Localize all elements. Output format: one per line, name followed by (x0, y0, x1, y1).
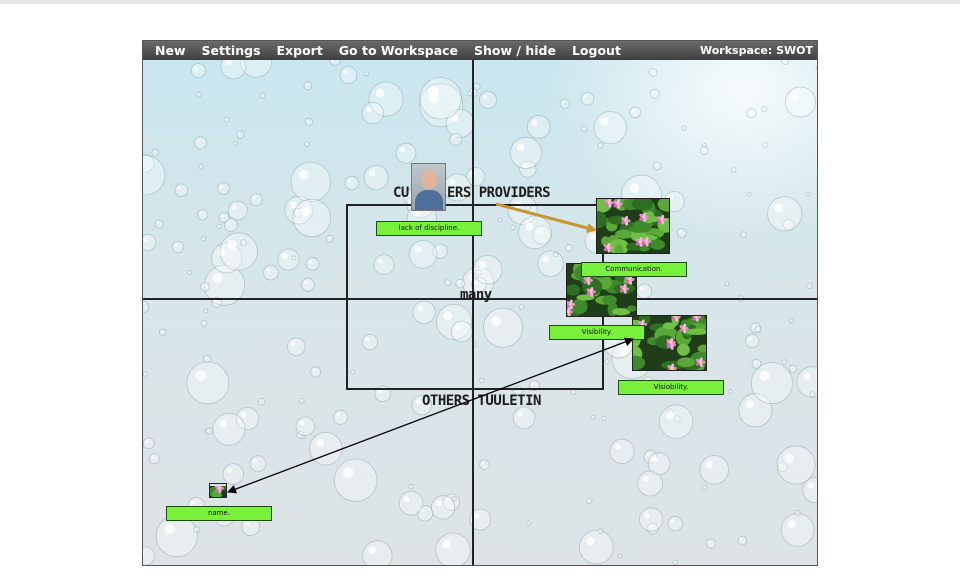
note-communication[interactable]: Communication. (581, 262, 687, 277)
person-photo[interactable] (411, 163, 446, 211)
swot-canvas[interactable]: CU ERS PROVIDERS many OTHERS TUULETIN la… (143, 60, 817, 565)
menu-logout[interactable]: Logout (572, 43, 621, 58)
label-others-tuuletin[interactable]: OTHERS TUULETIN (422, 393, 541, 409)
browser-top-border (0, 0, 960, 4)
label-many[interactable]: many (460, 287, 492, 303)
water-lily-photo-3[interactable] (632, 315, 707, 371)
note-visibility[interactable]: Visibility. (549, 325, 645, 340)
menu-new[interactable]: New (155, 43, 186, 58)
water-lily-photo-small[interactable] (209, 483, 227, 498)
note-visiobility[interactable]: Visiobility. (618, 380, 724, 395)
person-body (415, 190, 443, 210)
menu-bar: New Settings Export Go to Workspace Show… (143, 41, 817, 60)
workspace-label: Workspace: SWOT (699, 44, 813, 57)
menu-export[interactable]: Export (277, 43, 323, 58)
label-customers-left[interactable]: CU (393, 185, 409, 201)
water-lily-photo-1[interactable] (596, 198, 670, 254)
swot-app-window: New Settings Export Go to Workspace Show… (142, 40, 818, 566)
label-customers-providers[interactable]: ERS PROVIDERS (447, 185, 551, 201)
note-name[interactable]: name. (166, 506, 272, 521)
menu-settings[interactable]: Settings (202, 43, 261, 58)
person-head (421, 170, 437, 190)
menu-show-hide[interactable]: Show / hide (474, 43, 556, 58)
menu-go-to-workspace[interactable]: Go to Workspace (339, 43, 458, 58)
note-lack-of-discipline[interactable]: lack of discipline. (376, 221, 482, 236)
